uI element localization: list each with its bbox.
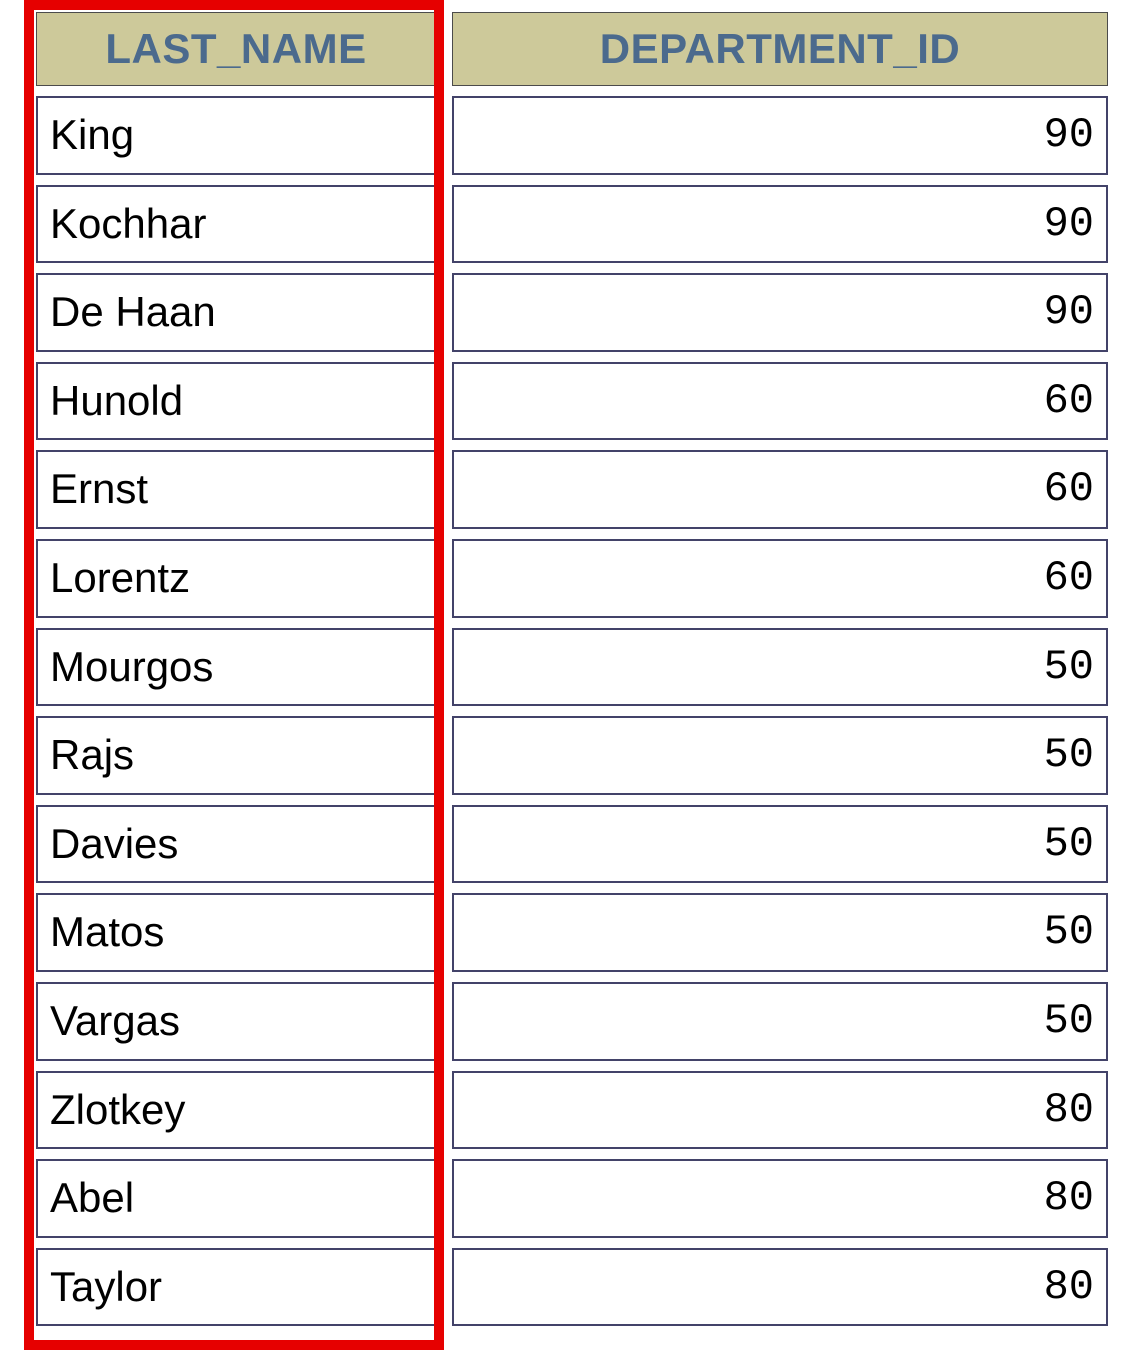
table-cell[interactable]: Taylor	[36, 1248, 436, 1327]
table-cell[interactable]: 80	[452, 1071, 1108, 1150]
table-cell[interactable]: Abel	[36, 1159, 436, 1238]
result-table: LAST_NAME King Kochhar De Haan Hunold Er…	[0, 0, 1144, 1336]
table-cell[interactable]: Rajs	[36, 716, 436, 795]
table-cell[interactable]: 50	[452, 716, 1108, 795]
table-cell[interactable]: 90	[452, 96, 1108, 175]
table-cell[interactable]: King	[36, 96, 436, 175]
column-header-last-name[interactable]: LAST_NAME	[36, 12, 436, 86]
table-cell[interactable]: 50	[452, 893, 1108, 972]
table-cell[interactable]: 50	[452, 628, 1108, 707]
table-cell[interactable]: Ernst	[36, 450, 436, 529]
table-cell[interactable]: Davies	[36, 805, 436, 884]
table-cell[interactable]: 90	[452, 185, 1108, 264]
table-cell[interactable]: 60	[452, 539, 1108, 618]
table-cell[interactable]: 80	[452, 1248, 1108, 1327]
table-cell[interactable]: 60	[452, 450, 1108, 529]
table-cell[interactable]: Hunold	[36, 362, 436, 441]
column-header-department-id[interactable]: DEPARTMENT_ID	[452, 12, 1108, 86]
column-last-name: LAST_NAME King Kochhar De Haan Hunold Er…	[36, 12, 436, 1336]
table-cell[interactable]: Matos	[36, 893, 436, 972]
table-cell[interactable]: Vargas	[36, 982, 436, 1061]
table-cell[interactable]: Lorentz	[36, 539, 436, 618]
table-cell[interactable]: De Haan	[36, 273, 436, 352]
table-cell[interactable]: 60	[452, 362, 1108, 441]
table-cell[interactable]: 50	[452, 805, 1108, 884]
table-cell[interactable]: Mourgos	[36, 628, 436, 707]
table-cell[interactable]: 80	[452, 1159, 1108, 1238]
table-cell[interactable]: 90	[452, 273, 1108, 352]
column-department-id: DEPARTMENT_ID 90 90 90 60 60 60 50 50 50…	[452, 12, 1108, 1336]
table-cell[interactable]: Zlotkey	[36, 1071, 436, 1150]
table-cell[interactable]: 50	[452, 982, 1108, 1061]
table-cell[interactable]: Kochhar	[36, 185, 436, 264]
